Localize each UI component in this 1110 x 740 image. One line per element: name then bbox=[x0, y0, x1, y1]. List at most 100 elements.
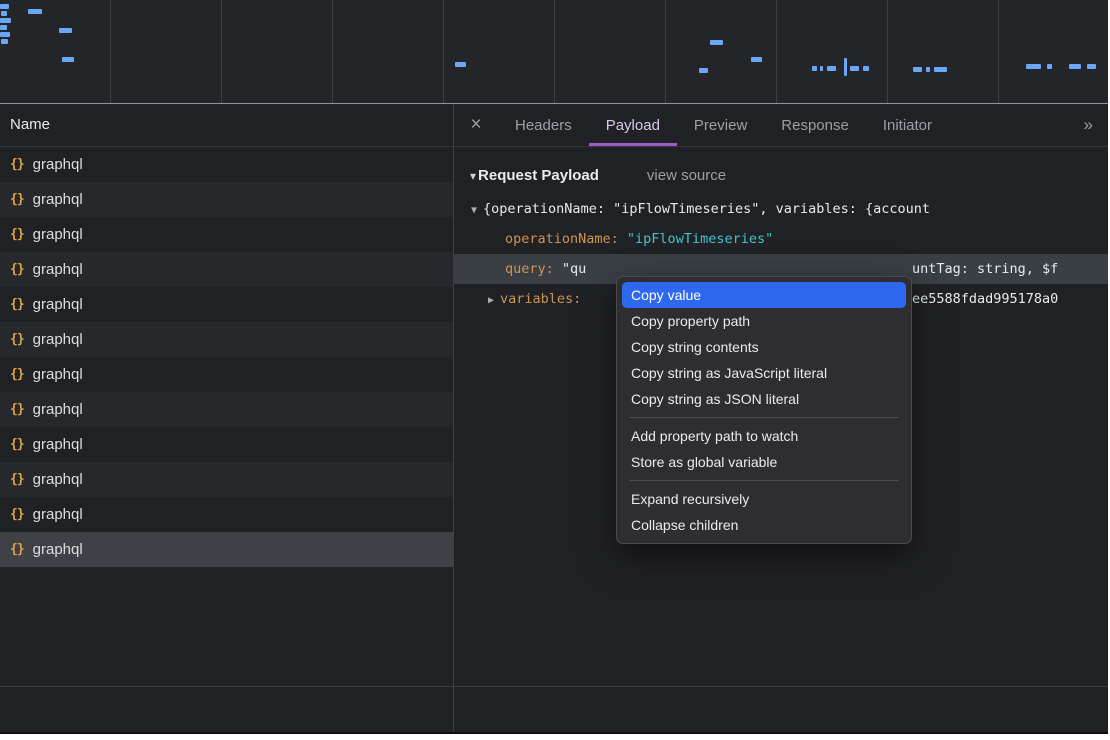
timeline-bar bbox=[934, 67, 947, 72]
timeline-bar bbox=[820, 66, 823, 71]
tab-preview[interactable]: Preview bbox=[677, 104, 764, 146]
menu-item-store-as-global-variable[interactable]: Store as global variable bbox=[622, 449, 906, 475]
request-name: graphql bbox=[33, 541, 83, 558]
request-detail-tabbar: × HeadersPayloadPreviewResponseInitiator… bbox=[454, 104, 1108, 147]
timeline-bar bbox=[913, 67, 922, 72]
property-key: variables: bbox=[500, 291, 581, 307]
grid-line bbox=[110, 0, 111, 103]
json-file-icon: {} bbox=[10, 192, 24, 207]
section-collapse-toggle-icon[interactable]: ▾ bbox=[470, 169, 476, 183]
menu-item-copy-string-contents[interactable]: Copy string contents bbox=[622, 334, 906, 360]
view-source-link[interactable]: view source bbox=[647, 167, 726, 184]
json-file-icon: {} bbox=[10, 402, 24, 417]
json-file-icon: {} bbox=[10, 332, 24, 347]
expand-toggle-icon[interactable]: ▼ bbox=[471, 205, 477, 216]
payload-root-node[interactable]: ▼ {operationName: "ipFlowTimeseries", var… bbox=[454, 194, 1108, 224]
root-object-preview: {operationName: "ipFlowTimeseries", vari… bbox=[483, 201, 930, 217]
close-icon[interactable]: × bbox=[454, 104, 498, 146]
network-list: {} graphql {} graphql {} graphql {} graphql {} gr… bbox=[0, 147, 453, 567]
network-row[interactable]: {}graphql bbox=[0, 427, 453, 462]
request-name: graphql bbox=[33, 436, 83, 453]
timeline-bar bbox=[1069, 64, 1081, 69]
timeline-bar bbox=[455, 62, 466, 67]
network-row[interactable]: {} graphql bbox=[0, 147, 453, 182]
network-row[interactable]: {} graphql bbox=[0, 182, 453, 217]
expand-toggle-icon[interactable]: ▶ bbox=[488, 295, 494, 306]
timeline-bar bbox=[1026, 64, 1041, 69]
timeline-bar bbox=[751, 57, 762, 62]
grid-line bbox=[554, 0, 555, 103]
menu-item-collapse-children[interactable]: Collapse children bbox=[622, 512, 906, 538]
json-file-icon: {} bbox=[10, 507, 24, 522]
grid-line bbox=[443, 0, 444, 103]
request-name: graphql bbox=[33, 331, 83, 348]
context-menu: Copy valueCopy property pathCopy string … bbox=[616, 276, 912, 544]
network-overview[interactable] bbox=[0, 0, 1108, 104]
request-name: graphql bbox=[33, 226, 83, 243]
json-file-icon: {} bbox=[10, 542, 24, 557]
timeline-bar bbox=[62, 57, 74, 62]
timeline-bar bbox=[1047, 64, 1052, 69]
request-name: graphql bbox=[33, 191, 83, 208]
tab-initiator[interactable]: Initiator bbox=[866, 104, 949, 146]
tab-payload[interactable]: Payload bbox=[589, 104, 677, 146]
request-name: graphql bbox=[33, 296, 83, 313]
network-request-list-panel: Name {}graphql{}graphql{}graphql{}graphq… bbox=[0, 104, 454, 732]
request-name: graphql bbox=[33, 156, 83, 173]
menu-separator bbox=[629, 417, 899, 418]
request-name: graphql bbox=[33, 506, 83, 523]
timeline-bar bbox=[850, 66, 859, 71]
network-row[interactable]: {}graphql bbox=[0, 392, 453, 427]
network-row[interactable]: {} graphql bbox=[0, 322, 453, 357]
json-file-icon: {} bbox=[10, 157, 24, 172]
menu-separator bbox=[629, 480, 899, 481]
payload-prop-operationname[interactable]: operationName: "ipFlowTimeseries" bbox=[454, 224, 1108, 254]
menu-item-copy-property-path[interactable]: Copy property path bbox=[622, 308, 906, 334]
tab-headers[interactable]: Headers bbox=[498, 104, 589, 146]
network-row[interactable]: {} graphql bbox=[0, 357, 453, 392]
grid-line bbox=[332, 0, 333, 103]
network-row[interactable]: {} graphql bbox=[0, 497, 453, 532]
menu-item-copy-string-as-json-literal[interactable]: Copy string as JSON literal bbox=[622, 386, 906, 412]
network-row[interactable]: {} graphql bbox=[0, 287, 453, 322]
timeline-bar bbox=[0, 25, 7, 30]
json-file-icon: {} bbox=[10, 227, 24, 242]
menu-item-copy-value[interactable]: Copy value bbox=[622, 282, 906, 308]
network-row[interactable]: {}graphql bbox=[0, 252, 453, 287]
timeline-bar bbox=[863, 66, 869, 71]
timeline-bar bbox=[710, 40, 723, 45]
timeline-bar bbox=[844, 58, 847, 76]
timeline-bar bbox=[699, 68, 708, 73]
network-row[interactable]: {}graphql bbox=[0, 462, 453, 497]
menu-item-add-property-path-to-watch[interactable]: Add property path to watch bbox=[622, 423, 906, 449]
tabs-container: HeadersPayloadPreviewResponseInitiator bbox=[498, 104, 949, 146]
json-file-icon: {} bbox=[10, 297, 24, 312]
json-file-icon: {} bbox=[10, 367, 24, 382]
grid-line bbox=[998, 0, 999, 103]
section-title: Request Payload bbox=[478, 167, 599, 184]
devtools-window: Name {}graphql{}graphql{}graphql{}graphq… bbox=[0, 0, 1108, 734]
json-file-icon: {} bbox=[10, 262, 24, 277]
timeline-bar bbox=[0, 18, 11, 23]
timeline-bar bbox=[59, 28, 72, 33]
property-value-right: ee5588fdad995178a0 bbox=[912, 284, 1058, 314]
tab-overflow-icon[interactable]: » bbox=[1069, 104, 1108, 146]
property-key: query: bbox=[505, 261, 562, 277]
grid-line bbox=[221, 0, 222, 103]
timeline-bar bbox=[28, 9, 42, 14]
request-name: graphql bbox=[33, 366, 83, 383]
menu-item-expand-recursively[interactable]: Expand recursively bbox=[622, 486, 906, 512]
property-key: operationName: bbox=[505, 231, 627, 247]
timeline-bar bbox=[0, 32, 10, 37]
bottom-divider bbox=[0, 686, 1108, 687]
property-value: "ipFlowTimeseries" bbox=[627, 231, 773, 247]
menu-item-copy-string-as-javascript-literal[interactable]: Copy string as JavaScript literal bbox=[622, 360, 906, 386]
name-column-header[interactable]: Name bbox=[0, 104, 453, 147]
timeline-bar bbox=[926, 67, 930, 72]
json-file-icon: {} bbox=[10, 472, 24, 487]
timeline-bar bbox=[1087, 64, 1096, 69]
network-row[interactable]: {} graphql bbox=[0, 532, 453, 567]
property-value-right: untTag: string, $f bbox=[912, 254, 1058, 284]
network-row[interactable]: {} graphql bbox=[0, 217, 453, 252]
tab-response[interactable]: Response bbox=[764, 104, 866, 146]
